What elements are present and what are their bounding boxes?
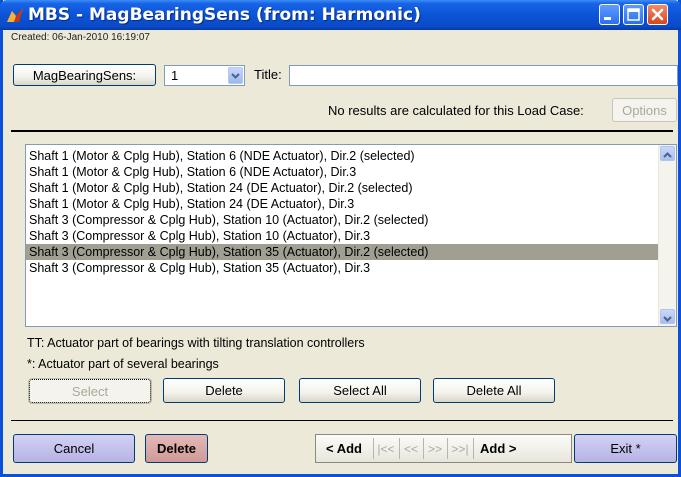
list-item[interactable]: Shaft 3 (Compressor & Cplg Hub), Station… — [26, 260, 658, 276]
tt-note: TT: Actuator part of bearings with tilti… — [27, 336, 365, 350]
list-item[interactable]: Shaft 3 (Compressor & Cplg Hub), Station… — [26, 212, 658, 228]
scroll-down-button[interactable] — [660, 309, 675, 324]
minimize-icon — [604, 17, 611, 20]
options-button[interactable]: Options — [612, 98, 677, 122]
list-item-highlighted[interactable]: Shaft 3 (Compressor & Cplg Hub), Station… — [26, 244, 658, 260]
minimize-button[interactable] — [599, 4, 620, 25]
list-item[interactable]: Shaft 1 (Motor & Cplg Hub), Station 6 (N… — [26, 148, 658, 164]
delete-button[interactable]: Delete — [145, 434, 208, 463]
first-button[interactable]: |<< — [374, 435, 398, 462]
list-item[interactable]: Shaft 3 (Compressor & Cplg Hub), Station… — [26, 228, 658, 244]
divider-top — [11, 130, 673, 132]
divider-bottom — [11, 420, 673, 421]
exit-button[interactable]: Exit * — [574, 434, 677, 463]
cancel-button[interactable]: Cancel — [13, 434, 135, 463]
vertical-scrollbar[interactable] — [658, 145, 676, 326]
list-item[interactable]: Shaft 1 (Motor & Cplg Hub), Station 6 (N… — [26, 164, 658, 180]
delete-all-button[interactable]: Delete All — [433, 378, 555, 403]
select-all-button[interactable]: Select All — [299, 378, 421, 403]
status-text: No results are calculated for this Load … — [328, 103, 584, 118]
add-previous-button[interactable]: < Add — [316, 435, 372, 462]
case-select[interactable]: 1 — [164, 65, 245, 86]
created-timestamp: Created: 06-Jan-2010 16:19:07 — [11, 32, 150, 43]
title-label: Title: — [254, 67, 282, 82]
case-select-arrow[interactable] — [228, 67, 243, 84]
close-icon — [651, 8, 664, 21]
window-title: MBS - MagBearingSens (from: Harmonic) — [28, 5, 421, 25]
close-button[interactable] — [647, 4, 668, 25]
last-button[interactable]: >>| — [448, 435, 472, 462]
star-note: *: Actuator part of several bearings — [27, 357, 219, 371]
title-bar[interactable]: MBS - MagBearingSens (from: Harmonic) — [0, 0, 681, 30]
scroll-down-icon — [663, 316, 672, 322]
delete-list-button[interactable]: Delete — [163, 378, 285, 403]
navigation-group: < Add |<< << >> >>| Add > — [315, 434, 572, 463]
scroll-up-icon — [663, 152, 672, 158]
title-input[interactable] — [289, 65, 678, 86]
select-button[interactable]: Select — [28, 378, 152, 404]
type-button[interactable]: MagBearingSens: — [13, 64, 156, 86]
selection-listbox[interactable]: Shaft 1 (Motor & Cplg Hub), Station 6 (N… — [25, 144, 677, 327]
scroll-up-button[interactable] — [660, 146, 675, 161]
previous-button[interactable]: << — [400, 435, 422, 462]
list-item[interactable]: Shaft 1 (Motor & Cplg Hub), Station 24 (… — [26, 180, 658, 196]
app-icon — [7, 8, 23, 22]
list-item[interactable]: Shaft 1 (Motor & Cplg Hub), Station 24 (… — [26, 196, 658, 212]
chevron-down-icon — [231, 73, 240, 79]
list-rows: Shaft 1 (Motor & Cplg Hub), Station 6 (N… — [26, 148, 658, 276]
case-select-value: 1 — [171, 68, 179, 83]
next-button[interactable]: >> — [424, 435, 446, 462]
main-window: MBS - MagBearingSens (from: Harmonic) Cr… — [0, 0, 681, 477]
maximize-button[interactable] — [623, 4, 644, 25]
maximize-icon — [627, 8, 640, 21]
add-next-button[interactable]: Add > — [474, 435, 571, 462]
